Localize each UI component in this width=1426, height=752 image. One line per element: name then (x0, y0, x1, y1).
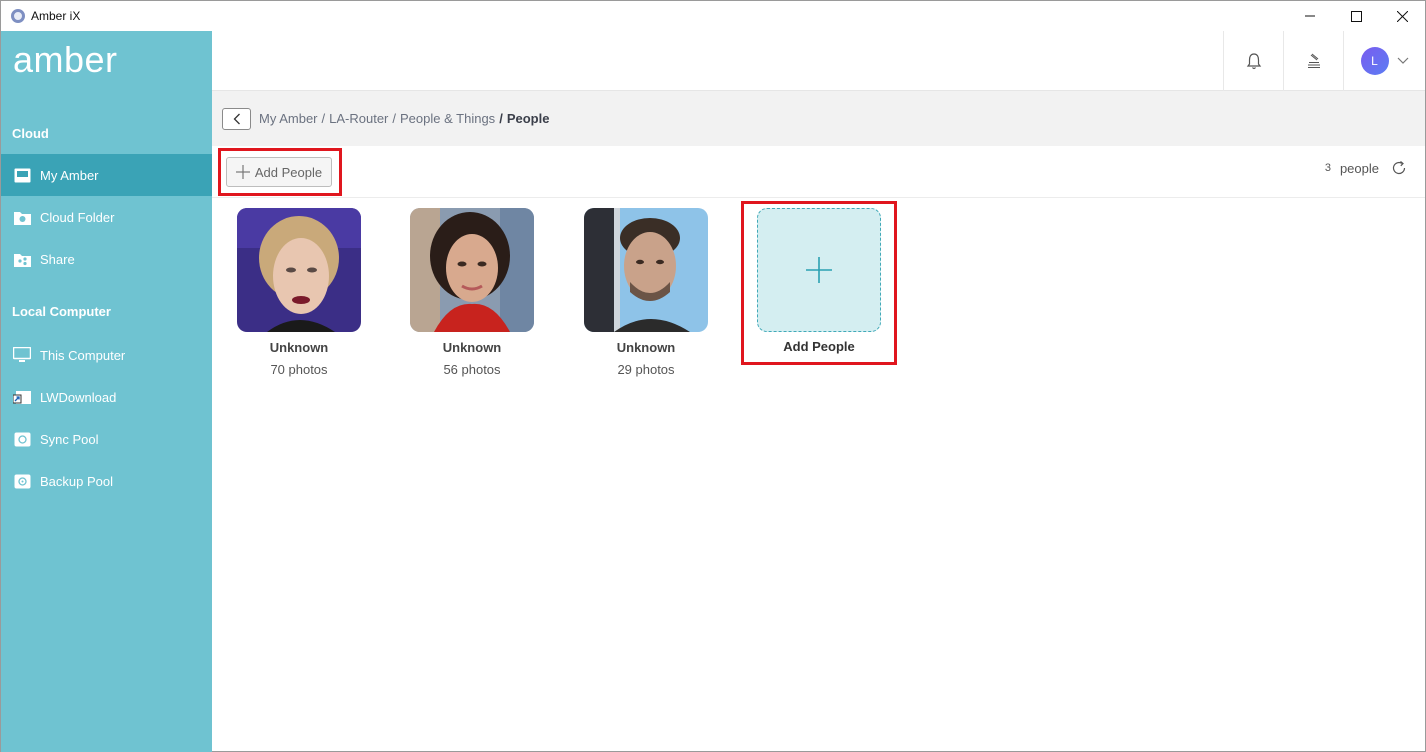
sidebar-item-label: Cloud Folder (40, 209, 115, 225)
maximize-button[interactable] (1333, 1, 1379, 31)
bell-icon (1246, 53, 1261, 70)
breadcrumb-current-people: People (506, 111, 550, 126)
breadcrumb-la-router[interactable]: LA-Router (329, 111, 388, 126)
breadcrumb-separator: / (499, 111, 503, 126)
breadcrumb-separator: / (321, 111, 326, 126)
top-header: L (212, 31, 1425, 91)
person-photo-count: 29 photos (617, 362, 675, 377)
window-controls (1287, 1, 1425, 31)
sidebar-item-my-amber[interactable]: My Amber (1, 154, 212, 196)
person-photo-count: 70 photos (270, 362, 328, 377)
person-photo[interactable] (584, 208, 708, 332)
person-photo-count: 56 photos (443, 362, 501, 377)
person-photo[interactable] (410, 208, 534, 332)
user-menu[interactable]: L (1343, 31, 1425, 91)
sidebar-item-lwdownload[interactable]: LWDownload (1, 376, 212, 418)
sidebar-item-label: My Amber (40, 167, 99, 183)
cloud-folder-icon (13, 208, 31, 226)
chevron-left-icon (233, 113, 240, 124)
sidebar: amber Cloud My Amber Cloud Folder Share … (1, 31, 212, 752)
sync-pool-icon (13, 430, 31, 448)
avatar: L (1360, 47, 1389, 75)
local-computer-section-label: Local Computer (12, 304, 111, 319)
people-count-number: 3 (1324, 162, 1331, 174)
sidebar-item-label: Share (40, 251, 75, 267)
add-people-tile[interactable] (757, 208, 881, 332)
person-name: Unknown (442, 340, 502, 355)
plus-icon (806, 257, 832, 283)
breadcrumb-separator: / (392, 111, 397, 126)
sidebar-item-cloud-folder[interactable]: Cloud Folder (1, 196, 212, 238)
sidebar-item-label: Backup Pool (40, 473, 113, 489)
title-bar: Amber iX (1, 1, 1425, 31)
person-name: Unknown (616, 340, 676, 355)
sidebar-item-sync-pool[interactable]: Sync Pool (1, 418, 212, 460)
amber-logo: amber (13, 39, 118, 80)
refresh-icon[interactable] (1391, 160, 1407, 176)
close-button[interactable] (1379, 1, 1425, 31)
people-count-unit: people (1339, 160, 1379, 176)
minimize-icon (1305, 15, 1315, 17)
toolbar: Add People 3 people (212, 146, 1425, 198)
sidebar-item-share[interactable]: Share (1, 238, 212, 280)
sidebar-item-label: Sync Pool (40, 431, 99, 447)
plus-icon (235, 165, 250, 179)
window-title: Amber iX (31, 9, 81, 23)
close-icon (1396, 10, 1408, 22)
person-card[interactable]: Unknown 70 photos (237, 208, 361, 377)
add-people-card[interactable]: Add People (757, 208, 881, 354)
sidebar-item-backup-pool[interactable]: Backup Pool (1, 460, 212, 502)
person-name: Unknown (269, 340, 329, 355)
breadcrumb-my-amber[interactable]: My Amber (259, 111, 318, 126)
back-button[interactable] (222, 107, 251, 130)
cloud-section-label: Cloud (12, 126, 49, 141)
breadcrumb-bar: My Amber / LA-Router / People & Things /… (212, 91, 1425, 146)
add-people-card-label: Add People (783, 339, 855, 354)
amber-app-icon (11, 9, 25, 23)
maximize-icon (1350, 10, 1362, 22)
person-photo[interactable] (237, 208, 361, 332)
drive-icon (13, 166, 31, 184)
backup-pool-icon (13, 472, 31, 490)
breadcrumb: My Amber / LA-Router / People & Things /… (259, 111, 549, 126)
shortcut-folder-icon (13, 388, 31, 406)
people-count: 3 people (1325, 160, 1407, 176)
app-window: Amber iX amber Cloud My Amber Cloud Fold… (0, 0, 1426, 752)
notifications-button[interactable] (1223, 31, 1283, 91)
breadcrumb-people-things[interactable]: People & Things (400, 111, 495, 126)
chevron-down-icon (1397, 57, 1408, 64)
share-icon (13, 250, 31, 268)
add-people-label: Add People (254, 164, 323, 180)
add-people-button[interactable]: Add People (226, 157, 332, 187)
person-card[interactable]: Unknown 56 photos (410, 208, 534, 377)
sidebar-item-label: LWDownload (40, 389, 117, 405)
sidebar-item-this-computer[interactable]: This Computer (1, 334, 212, 376)
transfer-tasks-button[interactable] (1283, 31, 1343, 91)
sidebar-item-label: This Computer (40, 347, 126, 363)
minimize-button[interactable] (1287, 1, 1333, 31)
monitor-icon (13, 346, 31, 364)
person-card[interactable]: Unknown 29 photos (584, 208, 708, 377)
stack-tasks-icon (1307, 53, 1320, 69)
